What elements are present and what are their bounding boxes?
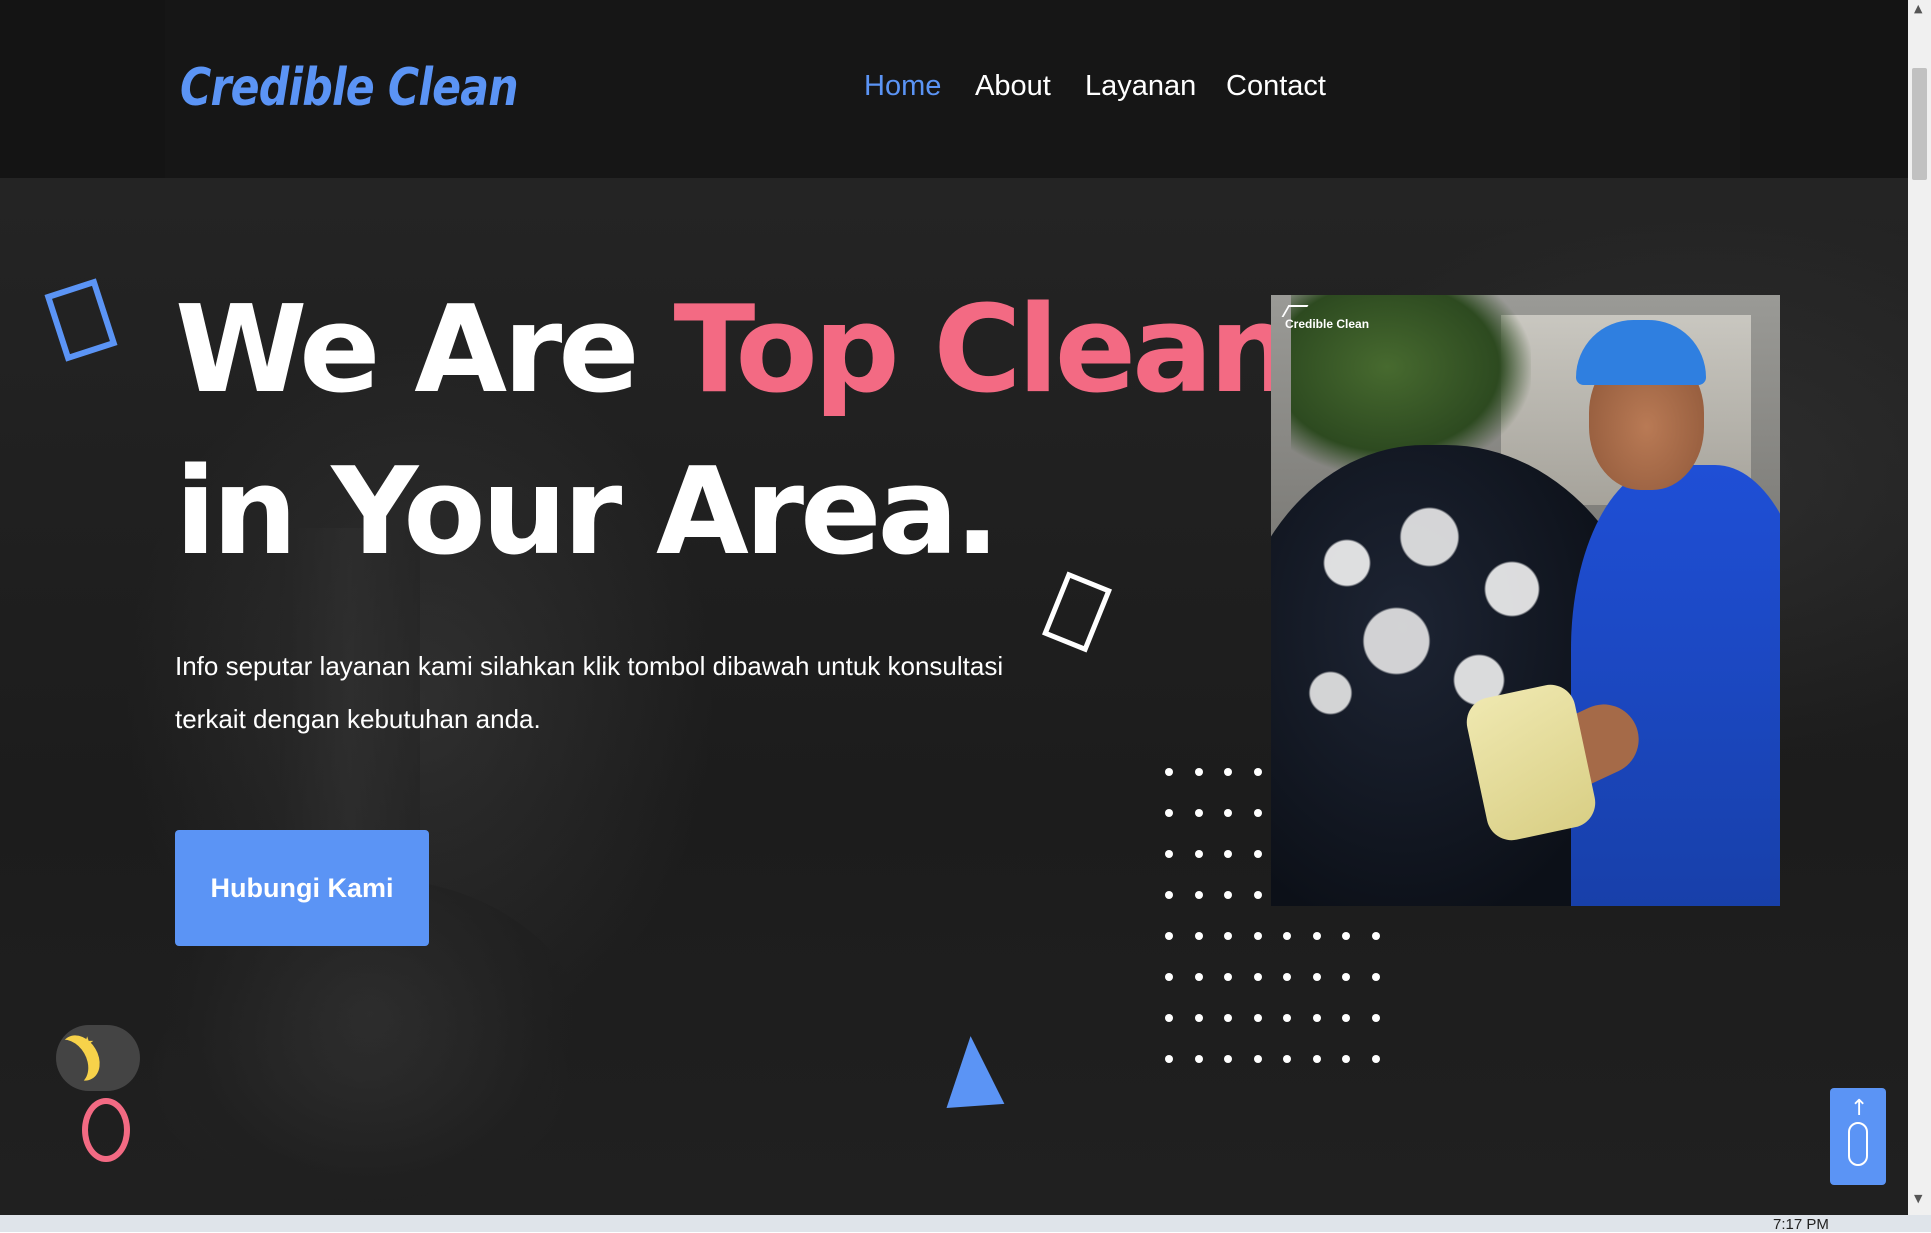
decorative-dot [1312,1055,1321,1063]
decorative-dot [1224,891,1232,899]
decorative-dot [1253,1014,1262,1022]
decorative-dot [1283,932,1291,940]
scrollbar-thumb[interactable] [1912,68,1927,180]
decorative-dot [1224,850,1232,858]
brand-logo[interactable]: Credible Clean [180,58,519,118]
mouse-scroll-icon [1848,1122,1868,1166]
page-scrollbar[interactable]: ▲ ▼ [1908,0,1931,1215]
nav-home[interactable]: Home [864,70,941,103]
image-watermark-text: Credible Clean [1285,317,1370,331]
decorative-dot [1253,973,1262,981]
headline-part-2: in Your Area. [175,443,1000,582]
decorative-circle-pink [82,1098,130,1162]
scroll-up-arrow-icon[interactable]: ▲ [1914,2,1922,15]
hero-image: Credible Clean [1271,295,1780,906]
hero-description: Info seputar layanan kami silahkan klik … [175,651,1004,734]
decorative-dot [1342,973,1350,981]
nav-contact[interactable]: Contact [1226,70,1326,103]
os-taskbar [0,1215,1931,1232]
decorative-dot [1253,891,1262,899]
decorative-dot [1224,973,1232,981]
decorative-dot [1312,932,1321,940]
decorative-dot [1194,1055,1203,1063]
browser-viewport: Credible Clean Home About Layanan Contac… [0,0,1908,1215]
decorative-dot [1371,973,1380,981]
decorative-dot [1283,1055,1291,1063]
decorative-dot [1165,768,1173,776]
decorative-dot [1224,932,1232,940]
decorative-dot [1253,809,1262,817]
image-watermark-logo: Credible Clean [1281,305,1370,331]
decorative-dot [1224,1055,1232,1063]
decorative-dot [1342,1055,1350,1063]
decorative-dot [1371,1055,1380,1063]
contact-us-button[interactable]: Hubungi Kami [175,830,429,946]
scroll-down-arrow-icon[interactable]: ▼ [1914,1192,1922,1205]
decorative-triangle [941,1034,1005,1108]
decorative-dot [1165,850,1173,858]
decorative-dot [1224,768,1232,776]
navbar: Credible Clean Home About Layanan Contac… [0,0,1908,178]
decorative-dot [1253,932,1262,940]
decorative-dot [1165,809,1173,817]
decorative-dot [1165,1055,1173,1063]
headline-part-1: We Are [175,281,674,420]
nav-about[interactable]: About [975,70,1051,103]
nav-layanan[interactable]: Layanan [1085,70,1196,103]
decorative-dot [1194,973,1203,981]
decorative-dot [1253,768,1262,776]
decorative-dot [1371,932,1380,940]
decorative-dot [1253,850,1262,858]
decorative-dot [1194,891,1203,899]
decorative-dot [1342,932,1350,940]
decorative-dot [1253,1055,1262,1063]
decorative-dot [1194,1014,1203,1022]
decorative-dot [1224,809,1232,817]
decorative-dot [1224,1014,1232,1022]
decorative-dot [1312,1014,1321,1022]
decorative-dot [1283,973,1291,981]
decorative-dot [1165,1014,1173,1022]
decorative-dot [1165,973,1173,981]
decorative-dot [1165,891,1173,899]
decorative-dot [1342,1014,1350,1022]
image-worker-body [1571,465,1780,906]
decorative-dot [1194,809,1203,817]
hero-headline: We Are Top Cleaner in Your Area. [175,270,1427,594]
decorative-dot [1283,1014,1291,1022]
decorative-dot [1371,1014,1380,1022]
decorative-dot [1194,850,1203,858]
star-icon: ★ [80,1033,95,1052]
system-clock: 7:17 PM [1773,1216,1829,1233]
decorative-dot [1165,932,1173,940]
back-to-top-button[interactable]: ↑ [1830,1088,1886,1185]
theme-toggle[interactable]: ★ [56,1025,140,1091]
arrow-up-icon: ↑ [1850,1096,1869,1121]
decorative-dot [1194,768,1203,776]
decorative-dot [1312,973,1321,981]
decorative-dot [1194,932,1203,940]
